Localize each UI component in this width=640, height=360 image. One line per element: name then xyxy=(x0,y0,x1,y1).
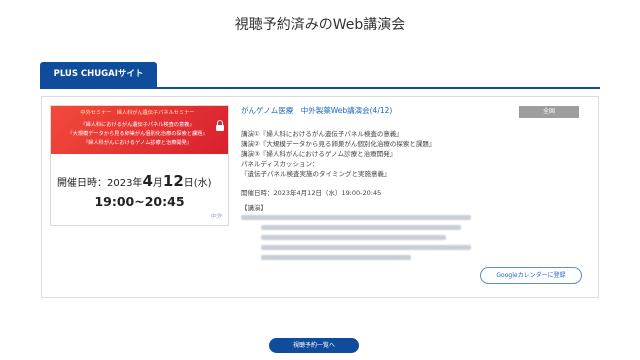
thumbnail-day-unit: 日 xyxy=(183,178,194,189)
tab-plus-chugai[interactable]: PLUS CHUGAIサイト xyxy=(40,62,157,87)
event-card: 中外セミナー 婦人科がん遺伝子パネルセミナー 『婦人科におけるがん遺伝子パネル検… xyxy=(41,96,599,298)
thumbnail-date-prefix: 開催日時：2023年 xyxy=(57,178,143,189)
banner-line-2: 『大規模データから見る卵巣がん個別化治療の探索と課題』 xyxy=(67,131,208,137)
event-thumbnail[interactable]: 中外セミナー 婦人科がん遺伝子パネルセミナー 『婦人科におけるがん遺伝子パネル検… xyxy=(50,105,229,226)
thumbnail-day: 12 xyxy=(162,172,184,190)
tab-bar: PLUS CHUGAIサイト xyxy=(40,62,600,89)
lock-icon xyxy=(216,120,224,131)
page-title: 視聴予約済みのWeb講演会 xyxy=(234,17,406,33)
banner-line-1: 『婦人科におけるがん遺伝子パネル検査の意義』 xyxy=(80,122,195,128)
banner-line-3: 『婦人科がんにおけるゲノム診療と治療開発』 xyxy=(83,140,192,146)
thumbnail-month-unit: 月 xyxy=(152,178,163,189)
reservation-list-button[interactable]: 視聴予約一覧へ xyxy=(269,338,359,353)
region-badge: 全国 xyxy=(519,106,579,118)
lecture-item: パネルディスカッション： xyxy=(241,160,319,168)
lecture-list: 講演①『婦人科におけるがん遺伝子パネル検査の意義』 講演②『大規模データから見る… xyxy=(241,129,585,179)
event-datetime: 開催日時：2023年4月12日（水）19:00-20:45 xyxy=(241,189,382,197)
thumbnail-time: 19:00~20:45 xyxy=(94,194,185,209)
banner-title: 中外セミナー 婦人科がん遺伝子パネルセミナー xyxy=(80,110,195,116)
lecture-item: 『遺伝子パネル検査実施のタイミングと実施意義』 xyxy=(241,170,391,178)
thumbnail-weekday: (水) xyxy=(193,178,212,189)
lecture-item: 講演③『婦人科がんにおけるゲノム診療と治療開発』 xyxy=(241,150,397,158)
chugai-logo: 中外 xyxy=(209,213,222,220)
event-info: がんゲノム医療 中外製薬Web講演会(4/12) 全国 講演①『婦人科におけるが… xyxy=(241,105,585,260)
speaker-info-blurred xyxy=(241,215,501,267)
lecture-item: 講演②『大規模データから見る卵巣がん個別化治療の探索と課題』 xyxy=(241,140,436,148)
thumbnail-banner: 中外セミナー 婦人科がん遺伝子パネルセミナー 『婦人科におけるがん遺伝子パネル検… xyxy=(51,106,228,154)
thumbnail-month: 4 xyxy=(142,172,153,190)
google-calendar-button[interactable]: Googleカレンダーに登録 xyxy=(480,267,582,284)
thumbnail-date: 開催日時：2023年4月12日(水) xyxy=(57,172,212,190)
lecture-section-label: 【講演】 xyxy=(241,204,267,212)
lecture-item: 講演①『婦人科におけるがん遺伝子パネル検査の意義』 xyxy=(241,130,403,138)
